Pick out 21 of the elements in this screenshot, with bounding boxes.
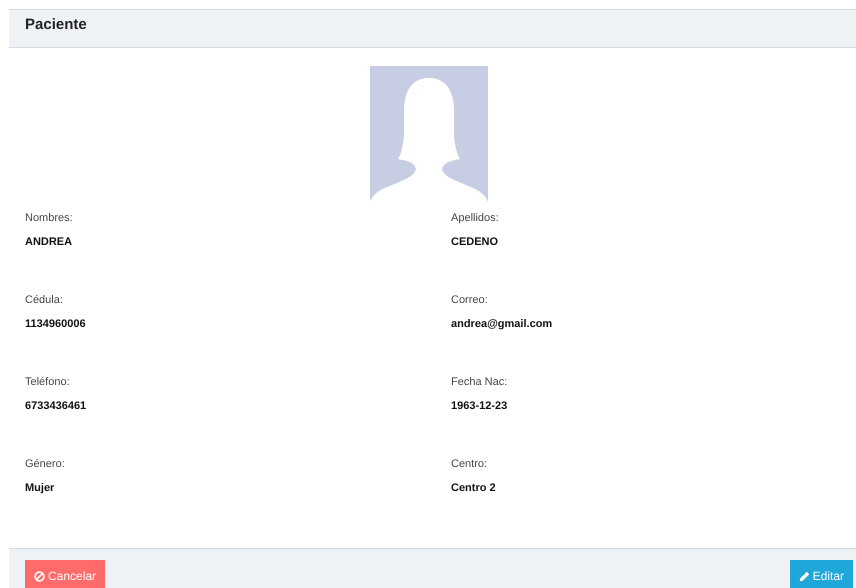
field-value: Centro 2: [451, 482, 497, 494]
field-label: Fecha Nac:: [451, 376, 508, 388]
card-title: Paciente: [25, 16, 87, 33]
cancel-button[interactable]: Cancelar: [25, 560, 106, 588]
edit-button[interactable]: Editar: [790, 560, 853, 588]
field-label: Género:: [25, 458, 66, 470]
field-value: andrea@gmail.com: [451, 318, 554, 330]
field-value: Mujer: [25, 482, 56, 494]
field-label: Cédula:: [25, 294, 64, 306]
field-label: Centro:: [451, 458, 488, 470]
field-label: Nombres:: [25, 212, 74, 224]
field-value: CEDENO: [451, 236, 500, 248]
field-label: Apellidos:: [451, 212, 500, 224]
field-value: 6733436461: [25, 400, 88, 412]
field-label: Correo:: [451, 294, 489, 306]
field-value: ANDREA: [25, 236, 74, 248]
ban-icon: [34, 571, 45, 582]
field-value: 1134960006: [25, 318, 87, 330]
field-label: Teléfono:: [25, 376, 71, 388]
field-value: 1963-12-23: [451, 400, 508, 412]
pencil-icon: [798, 571, 810, 582]
